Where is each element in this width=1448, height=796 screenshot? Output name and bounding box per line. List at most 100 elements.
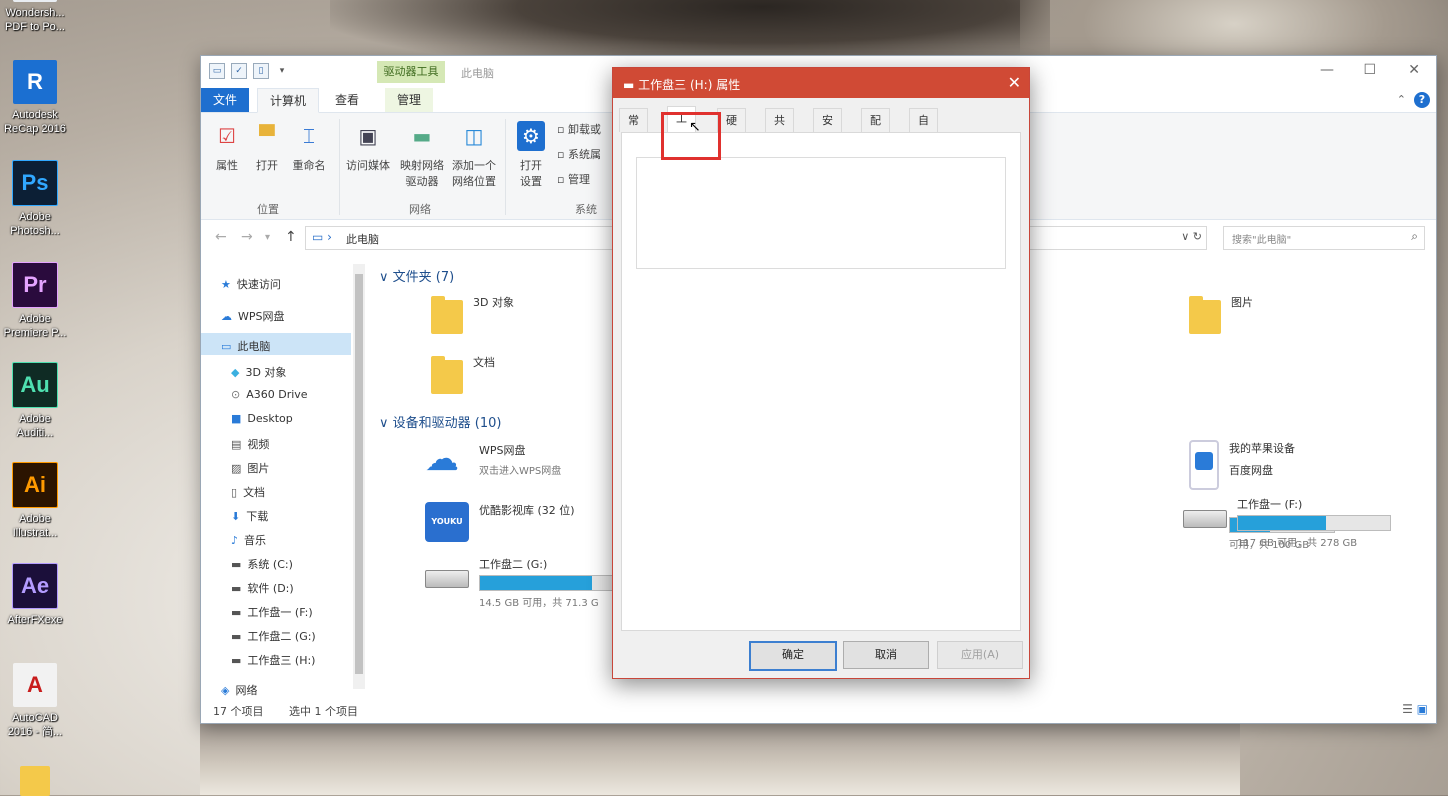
- cancel-button[interactable]: 取消: [843, 641, 929, 669]
- nav-videos[interactable]: ▤ 视频: [231, 436, 269, 452]
- desktop-icon-photoshop[interactable]: Ps Adobe Photosh...: [2, 160, 68, 238]
- devices-section-header[interactable]: ∨ 设备和驱动器 (10): [379, 412, 501, 431]
- nav-downloads[interactable]: ⬇ 下载: [231, 508, 268, 524]
- nav-drive-g[interactable]: ▬ 工作盘二 (G:): [231, 628, 316, 644]
- rename-button[interactable]: ⌶ 重命名: [287, 121, 331, 173]
- nav-label: 网络: [235, 684, 258, 697]
- view-toggle: ☰ ▣: [1402, 702, 1428, 716]
- tab-view[interactable]: 查看: [323, 88, 371, 112]
- drive-g[interactable]: 工作盘二 (G:) 14.5 GB 可用，共 71.3 G: [425, 556, 621, 609]
- nav-drive-h[interactable]: ▬ 工作盘三 (H:): [231, 652, 315, 668]
- folder-open-icon: ▀: [259, 124, 275, 148]
- desktop-icon-premiere[interactable]: Pr Adobe Premiere P...: [2, 262, 68, 340]
- folder-3d-objects[interactable]: 3D 对象: [431, 294, 514, 334]
- properties-button[interactable]: ☑ 属性: [205, 121, 249, 173]
- dialog-title: ▬ 工作盘三 (H:) 属性: [623, 76, 740, 93]
- nav-label: 工作盘二 (G:): [247, 630, 316, 643]
- new-folder-icon[interactable]: ▯: [253, 63, 269, 79]
- recent-dropdown-icon[interactable]: ▾: [265, 232, 270, 243]
- nav-pictures[interactable]: ▨ 图片: [231, 460, 269, 476]
- dialog-tab-hardware[interactable]: 硬件: [717, 108, 746, 150]
- tab-manage[interactable]: 管理: [385, 88, 434, 112]
- map-drive-button[interactable]: ▬ 映射网络 驱动器: [397, 121, 447, 189]
- nav-label: A360 Drive: [246, 388, 308, 401]
- folder-documents[interactable]: 文档: [431, 354, 495, 394]
- close-icon[interactable]: ✕: [1408, 62, 1420, 78]
- nav-desktop[interactable]: ■ Desktop: [231, 412, 293, 425]
- nav-drive-f[interactable]: ▬ 工作盘一 (F:): [231, 604, 313, 620]
- nav-label: 工作盘三 (H:): [247, 654, 316, 667]
- dialog-tab-quota[interactable]: 配额: [861, 108, 890, 150]
- drive-f[interactable]: 工作盘一 (F:) 117 GB 可用，共 278 GB: [1183, 496, 1391, 549]
- drive-icon: ▬: [231, 629, 242, 643]
- dialog-tab-sharing[interactable]: 共享: [765, 108, 794, 150]
- desktop-icon-autocad[interactable]: A AutoCAD 2016 - 简...: [2, 663, 68, 739]
- access-media-button[interactable]: ▣ 访问媒体: [343, 121, 393, 173]
- minimize-icon[interactable]: —: [1320, 62, 1334, 78]
- desktop-icon-label: Adobe Photosh...: [10, 211, 60, 237]
- open-button[interactable]: ▀ 打开: [245, 121, 289, 173]
- device-youku[interactable]: YOUKU 优酷影视库 (32 位): [425, 502, 575, 542]
- device-apple[interactable]: 我的苹果设备: [1189, 440, 1295, 490]
- ok-button[interactable]: 确定: [749, 641, 837, 671]
- folders-section-header[interactable]: ∨ 文件夹 (7): [379, 266, 454, 285]
- properties-icon[interactable]: ✓: [231, 63, 247, 79]
- nav-documents[interactable]: ▯ 文档: [231, 484, 265, 500]
- dialog-tab-security[interactable]: 安全: [813, 108, 842, 150]
- details-view-icon[interactable]: ☰: [1402, 702, 1413, 716]
- address-dropdown-refresh[interactable]: ∨ ↻: [1181, 230, 1202, 243]
- device-wps[interactable]: ☁ WPS网盘 双击进入WPS网盘: [425, 442, 561, 477]
- dialog-tab-general[interactable]: 常规: [619, 108, 648, 150]
- youku-icon: YOUKU: [425, 502, 469, 542]
- up-arrow-icon[interactable]: ↑: [285, 229, 297, 245]
- nav-label: 3D 对象: [245, 366, 287, 379]
- desktop-icon-audition[interactable]: Au Adobe Auditi...: [2, 362, 68, 440]
- computer-icon: ▭: [221, 339, 232, 353]
- network-location-icon: ◫: [464, 124, 484, 148]
- uninstall-label: 卸载或: [567, 123, 601, 136]
- uninstall-button[interactable]: ▫ 卸载或: [557, 121, 601, 137]
- nav-wps[interactable]: ☁ WPS网盘: [221, 308, 285, 324]
- back-arrow-icon[interactable]: ←: [215, 229, 227, 245]
- desktop-icon-folder[interactable]: [2, 766, 68, 796]
- nav-a360[interactable]: ⊙ A360 Drive: [231, 388, 308, 401]
- qat-dropdown-icon[interactable]: ▾: [275, 64, 289, 78]
- desktop-icon-recap[interactable]: R Autodesk ReCap 2016: [2, 60, 68, 136]
- tab-file[interactable]: 文件: [201, 88, 250, 112]
- system-properties-label: 系统属: [567, 148, 601, 161]
- nav-quick-access[interactable]: ★ 快速访问: [221, 276, 281, 292]
- tab-computer[interactable]: 计算机: [257, 88, 320, 113]
- drive-tools-context-label: 驱动器工具: [377, 61, 445, 83]
- apply-button[interactable]: 应用(A): [937, 641, 1023, 669]
- nav-scrollbar-thumb[interactable]: [355, 274, 363, 674]
- forward-arrow-icon[interactable]: →: [241, 229, 253, 245]
- open-settings-button[interactable]: ⚙ 打开 设置: [509, 121, 553, 189]
- system-properties-button[interactable]: ▫ 系统属: [557, 146, 601, 162]
- maximize-icon[interactable]: ☐: [1363, 62, 1376, 78]
- nav-drive-c[interactable]: ▬ 系统 (C:): [231, 556, 293, 572]
- nav-this-pc[interactable]: ▭ 此电脑: [221, 338, 270, 354]
- desktop-icon-aftereffects[interactable]: Ae AfterFXexe: [2, 563, 68, 627]
- search-input[interactable]: 搜索"此电脑" ⌕: [1223, 226, 1425, 250]
- audition-icon: Au: [12, 362, 58, 408]
- dialog-close-icon[interactable]: ✕: [1008, 73, 1021, 92]
- large-icons-view-icon[interactable]: ▣: [1417, 702, 1428, 716]
- folder-pictures[interactable]: 图片: [1189, 294, 1253, 334]
- nav-scrollbar[interactable]: [353, 264, 365, 689]
- nav-3d-objects[interactable]: ◆ 3D 对象: [231, 364, 286, 380]
- desktop-icon-illustrator[interactable]: Ai Adobe Illustrat...: [2, 462, 68, 540]
- nav-drive-d[interactable]: ▬ 软件 (D:): [231, 580, 294, 596]
- desktop-icon-wondershare[interactable]: W Wondersh... PDF to Po...: [2, 0, 68, 34]
- help-icon[interactable]: ?: [1414, 92, 1430, 108]
- ribbon-collapse-icon[interactable]: ⌃: [1397, 93, 1406, 106]
- computer-icon[interactable]: ▭: [209, 63, 225, 79]
- nav-network[interactable]: ◈ 网络: [221, 682, 257, 698]
- add-location-button[interactable]: ◫ 添加一个 网络位置: [449, 121, 499, 189]
- cloud-icon: ☁: [425, 439, 459, 479]
- manage-button[interactable]: ▫ 管理: [557, 171, 590, 187]
- drive-usage-bar: [479, 575, 621, 591]
- dialog-tab-customize[interactable]: 自定义: [909, 108, 938, 173]
- network-icon: ◈: [221, 683, 230, 697]
- drive-icon: ▬: [231, 653, 242, 667]
- nav-music[interactable]: ♪ 音乐: [231, 532, 266, 548]
